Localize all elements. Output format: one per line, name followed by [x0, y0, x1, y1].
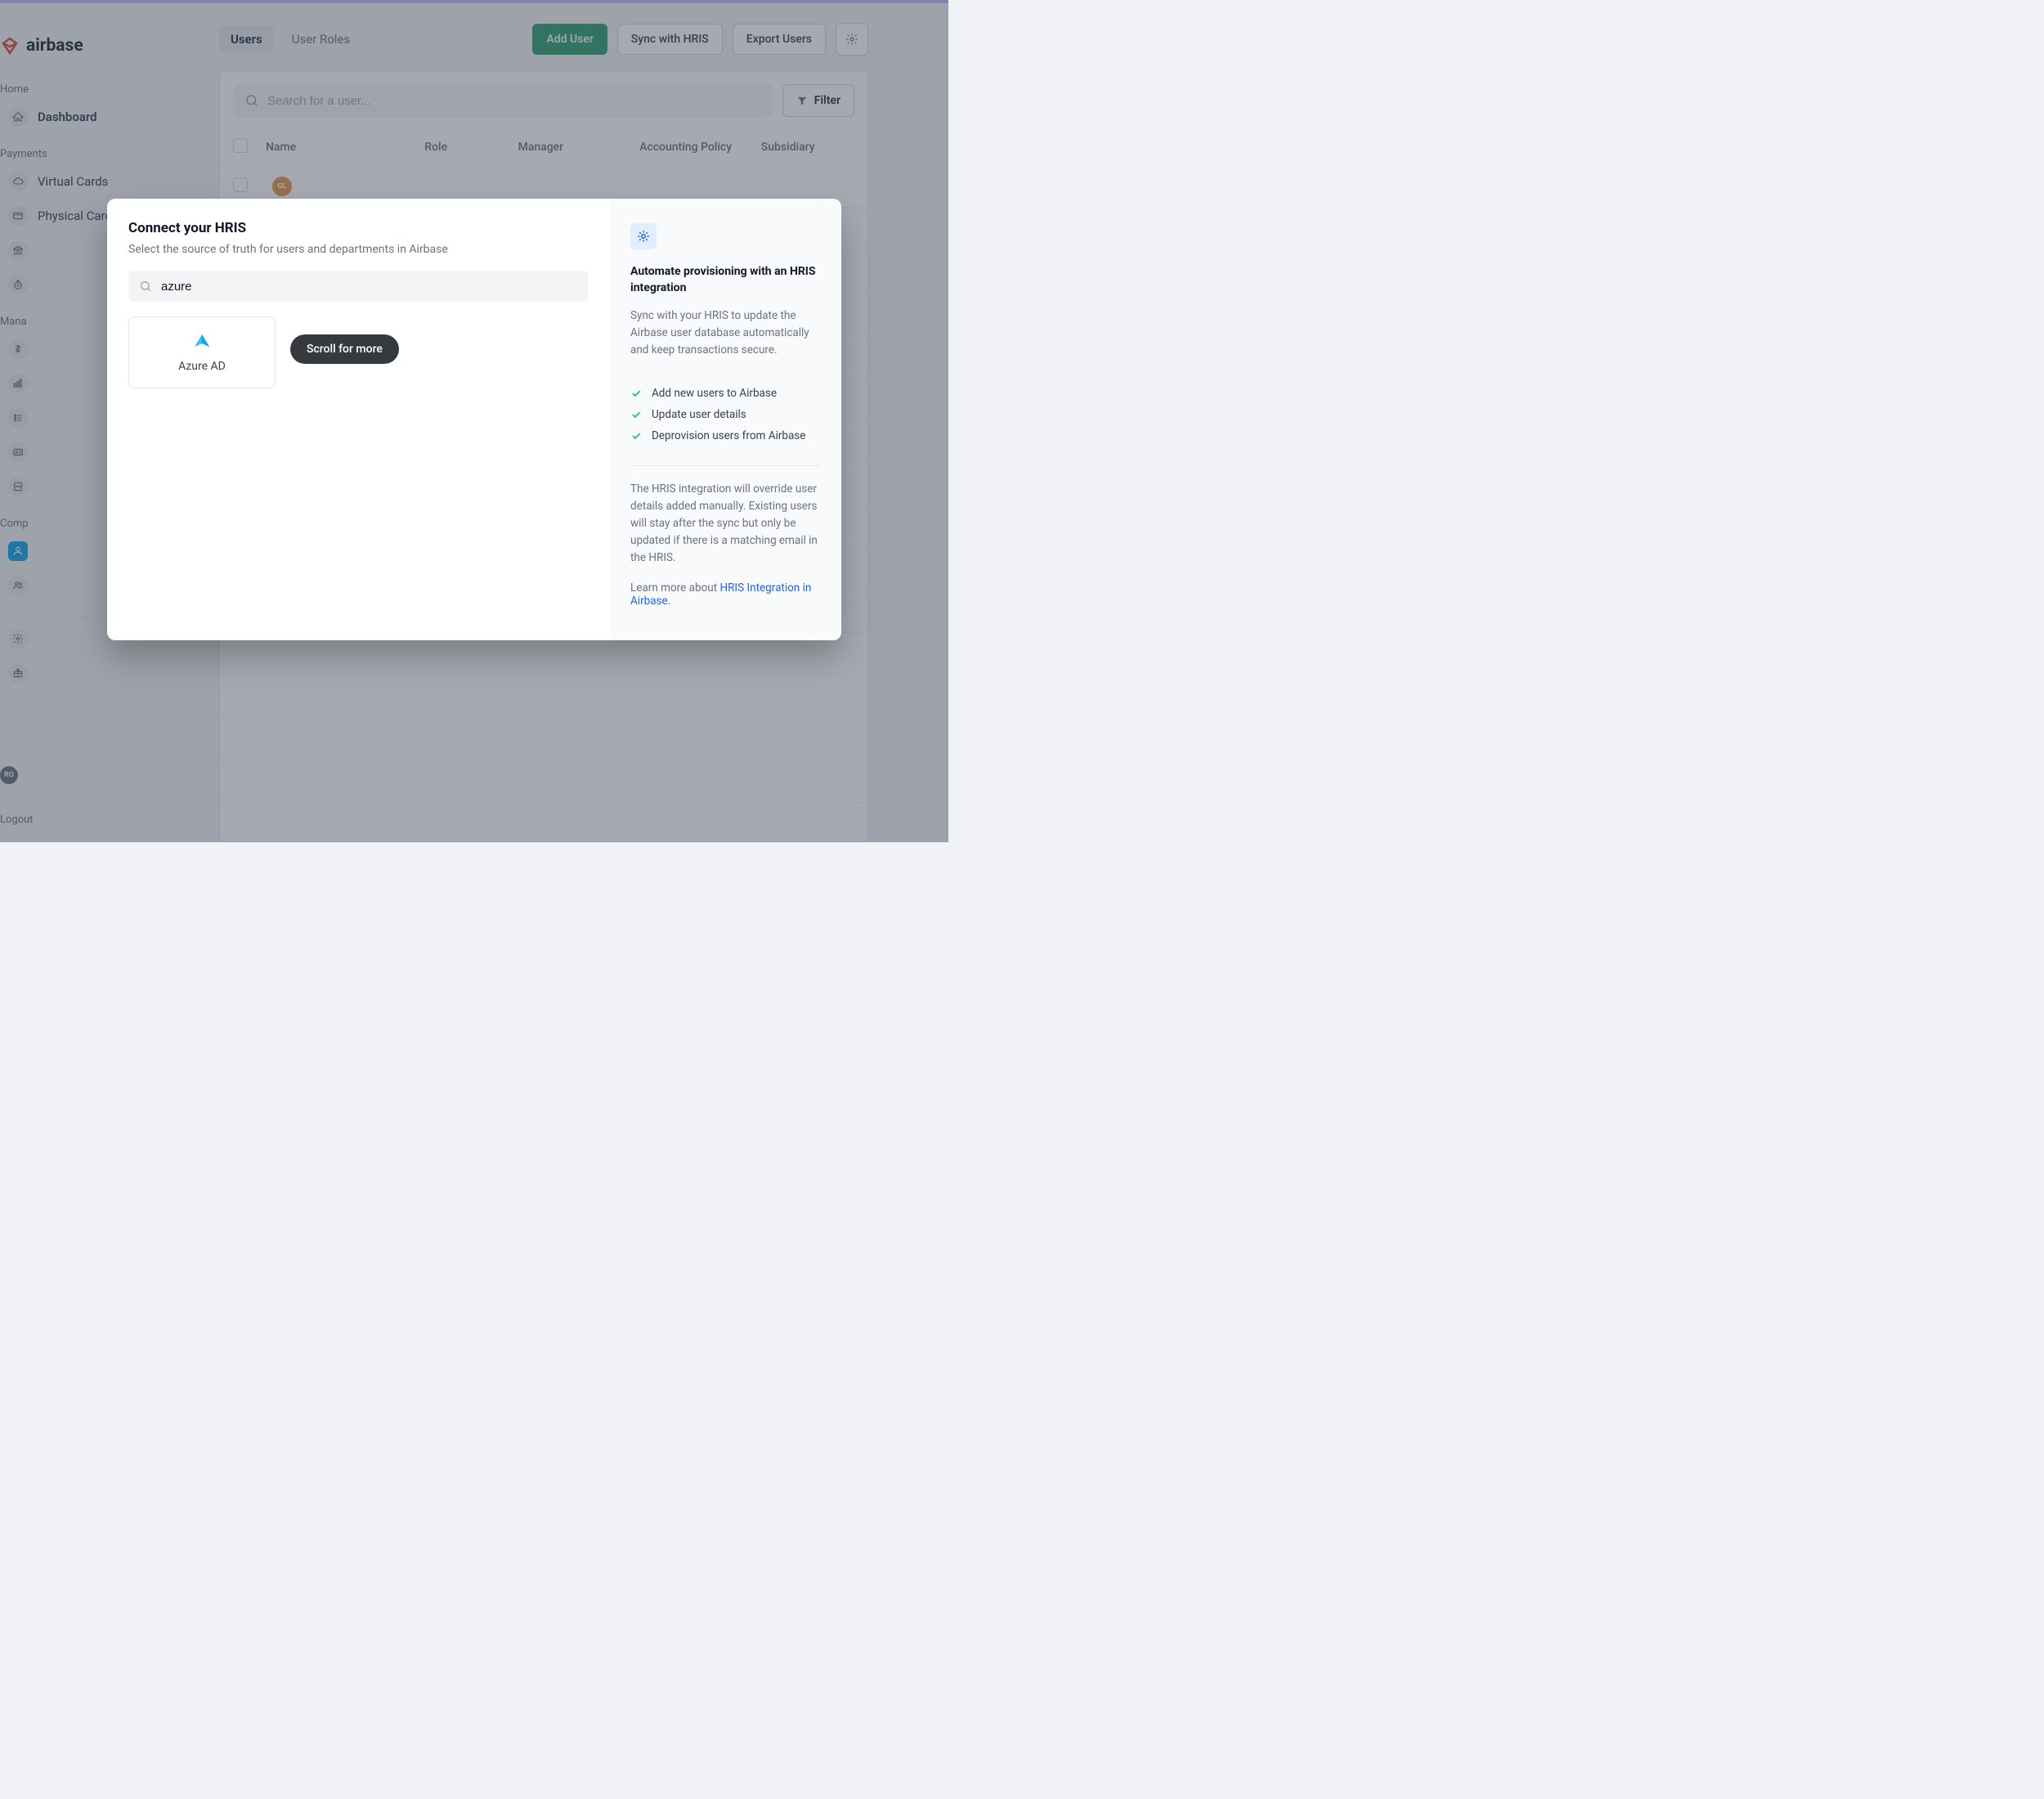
- check-icon: [630, 409, 642, 420]
- info-desc: Sync with your HRIS to update the Airbas…: [630, 307, 820, 359]
- hris-card-label: Azure AD: [178, 360, 226, 373]
- hris-card-azure-ad[interactable]: Azure AD: [128, 316, 276, 388]
- check-icon: [630, 388, 642, 399]
- modal-subtitle: Select the source of truth for users and…: [128, 243, 588, 256]
- benefit-item: Deprovision users from Airbase: [630, 429, 820, 442]
- info-learn: Learn more about HRIS Integration in Air…: [630, 581, 820, 608]
- modal-title: Connect your HRIS: [128, 220, 588, 236]
- gear-info-icon: [630, 223, 657, 249]
- connect-hris-modal: Connect your HRIS Select the source of t…: [107, 199, 841, 640]
- check-icon: [630, 430, 642, 442]
- hris-search-input[interactable]: [128, 271, 588, 302]
- info-note: The HRIS integration will override user …: [630, 481, 820, 567]
- azure-logo-icon: [192, 332, 212, 352]
- search-icon: [139, 280, 152, 293]
- info-title: Automate provisioning with an HRIS integ…: [630, 264, 820, 296]
- benefit-item: Add new users to Airbase: [630, 387, 820, 400]
- scroll-hint-tooltip: Scroll for more: [290, 334, 399, 364]
- benefit-item: Update user details: [630, 408, 820, 421]
